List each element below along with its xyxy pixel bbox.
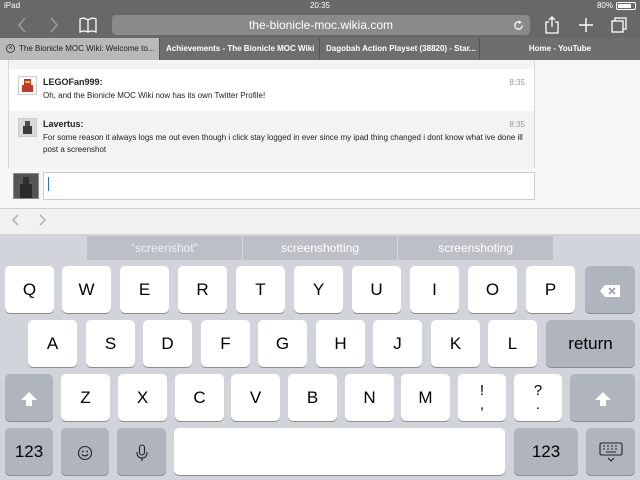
emoji-icon bbox=[77, 442, 93, 461]
tab-label: Achievements - The Bionicle MOC Wiki bbox=[166, 44, 315, 53]
suggestion-2[interactable]: screenshotting bbox=[242, 236, 399, 260]
chat-message: LEGOFan999: 8:35 Oh, and the Bionicle MO… bbox=[9, 69, 534, 111]
tab-strip: × The Bionicle MOC Wiki: Welcome to... Ac… bbox=[0, 38, 640, 60]
key-question-period[interactable]: ?. bbox=[514, 374, 562, 421]
message-author[interactable]: Lavertus: bbox=[43, 119, 84, 129]
bookmarks-icon[interactable] bbox=[77, 14, 99, 36]
key-exclamation-comma[interactable]: !, bbox=[458, 374, 506, 421]
avatar bbox=[18, 76, 37, 95]
key-o[interactable]: O bbox=[468, 266, 517, 313]
key-p[interactable]: P bbox=[526, 266, 575, 313]
key-c[interactable]: C bbox=[175, 374, 224, 421]
key-k[interactable]: K bbox=[431, 320, 480, 367]
shift-key-left[interactable] bbox=[5, 374, 53, 421]
share-icon[interactable] bbox=[542, 14, 562, 36]
previous-field-icon[interactable] bbox=[12, 213, 20, 229]
backspace-icon bbox=[599, 280, 621, 299]
page-content: LEGOFan999: 8:35 Oh, and the Bionicle MO… bbox=[0, 60, 640, 208]
key-s[interactable]: S bbox=[86, 320, 135, 367]
tab-bionicle-wiki[interactable]: × The Bionicle MOC Wiki: Welcome to... bbox=[0, 38, 160, 60]
microphone-icon bbox=[135, 442, 148, 461]
shift-icon bbox=[20, 388, 38, 407]
chat-message: Lavertus: 8:35 For some reason it always… bbox=[9, 111, 534, 168]
form-accessory-bar bbox=[0, 208, 640, 234]
avatar bbox=[13, 173, 39, 199]
key-bottom-char: , bbox=[479, 396, 485, 414]
message-time: 8:35 bbox=[509, 120, 525, 129]
dictation-key[interactable] bbox=[117, 428, 166, 475]
key-z[interactable]: Z bbox=[61, 374, 110, 421]
chat-message-input[interactable] bbox=[43, 172, 535, 200]
status-time: 20:35 bbox=[309, 1, 331, 10]
address-bar[interactable]: the-bionicle-moc.wikia.com bbox=[112, 15, 530, 35]
key-m[interactable]: M bbox=[401, 374, 450, 421]
message-text: Oh, and the Bionicle MOC Wiki now has it… bbox=[43, 91, 266, 100]
status-bar: iPad 20:35 80% bbox=[0, 0, 640, 12]
message-author[interactable]: LEGOFan999: bbox=[43, 77, 103, 87]
key-h[interactable]: H bbox=[316, 320, 365, 367]
tab-youtube[interactable]: Home - YouTube bbox=[480, 38, 640, 60]
hide-keyboard-icon bbox=[598, 441, 623, 462]
return-key[interactable]: return bbox=[546, 320, 635, 367]
key-b[interactable]: B bbox=[288, 374, 337, 421]
key-g[interactable]: G bbox=[258, 320, 307, 367]
tab-label: The Bionicle MOC Wiki: Welcome to... bbox=[19, 44, 155, 53]
reload-icon[interactable] bbox=[513, 15, 524, 35]
suggestion-1[interactable]: “screenshot” bbox=[87, 236, 243, 260]
key-a[interactable]: A bbox=[28, 320, 77, 367]
hide-keyboard-key[interactable] bbox=[586, 428, 635, 475]
battery-percent: 80% bbox=[596, 1, 613, 10]
new-tab-icon[interactable] bbox=[576, 14, 596, 36]
key-u[interactable]: U bbox=[352, 266, 401, 313]
tabs-overview-icon[interactable] bbox=[608, 14, 630, 36]
tab-achievements[interactable]: Achievements - The Bionicle MOC Wiki bbox=[160, 38, 320, 60]
key-t[interactable]: T bbox=[236, 266, 285, 313]
key-x[interactable]: X bbox=[118, 374, 167, 421]
battery-icon bbox=[616, 2, 636, 10]
tab-label: Home - YouTube bbox=[528, 44, 592, 53]
key-w[interactable]: W bbox=[62, 266, 111, 313]
text-caret bbox=[48, 177, 49, 191]
browser-toolbar: the-bionicle-moc.wikia.com bbox=[0, 12, 640, 38]
forward-icon[interactable] bbox=[44, 14, 64, 36]
shift-key-right[interactable] bbox=[570, 374, 635, 421]
key-l[interactable]: L bbox=[488, 320, 537, 367]
key-d[interactable]: D bbox=[143, 320, 192, 367]
numbers-key-left[interactable]: 123 bbox=[5, 428, 53, 475]
tab-label: Dagobah Action Playset (38820) - Star... bbox=[326, 44, 476, 53]
numbers-key-right[interactable]: 123 bbox=[514, 428, 578, 475]
backspace-key[interactable] bbox=[585, 266, 635, 313]
emoji-key[interactable] bbox=[61, 428, 109, 475]
key-j[interactable]: J bbox=[373, 320, 422, 367]
chat-log: LEGOFan999: 8:35 Oh, and the Bionicle MO… bbox=[8, 60, 535, 168]
predictive-bar: “screenshot” screenshotting screenshotin… bbox=[87, 236, 554, 260]
url-text: the-bionicle-moc.wikia.com bbox=[248, 18, 394, 32]
key-n[interactable]: N bbox=[345, 374, 394, 421]
onscreen-keyboard: “screenshot” screenshotting screenshotin… bbox=[0, 234, 640, 480]
key-r[interactable]: R bbox=[178, 266, 227, 313]
key-f[interactable]: F bbox=[201, 320, 250, 367]
message-text: For some reason it always logs me out ev… bbox=[43, 133, 523, 154]
key-bottom-char: . bbox=[535, 396, 541, 414]
space-key[interactable] bbox=[174, 428, 505, 475]
suggestion-3[interactable]: screenshoting bbox=[398, 236, 554, 260]
key-e[interactable]: E bbox=[120, 266, 169, 313]
key-q[interactable]: Q bbox=[5, 266, 54, 313]
close-tab-icon[interactable]: × bbox=[6, 44, 15, 54]
shift-icon bbox=[594, 388, 612, 407]
avatar bbox=[18, 118, 37, 137]
key-y[interactable]: Y bbox=[294, 266, 343, 313]
tab-dagobah[interactable]: Dagobah Action Playset (38820) - Star... bbox=[320, 38, 480, 60]
next-field-icon[interactable] bbox=[38, 213, 46, 229]
key-v[interactable]: V bbox=[231, 374, 280, 421]
battery-status: 80% bbox=[597, 0, 636, 12]
key-i[interactable]: I bbox=[410, 266, 459, 313]
message-time: 8:35 bbox=[509, 78, 525, 87]
back-icon[interactable] bbox=[12, 14, 32, 36]
